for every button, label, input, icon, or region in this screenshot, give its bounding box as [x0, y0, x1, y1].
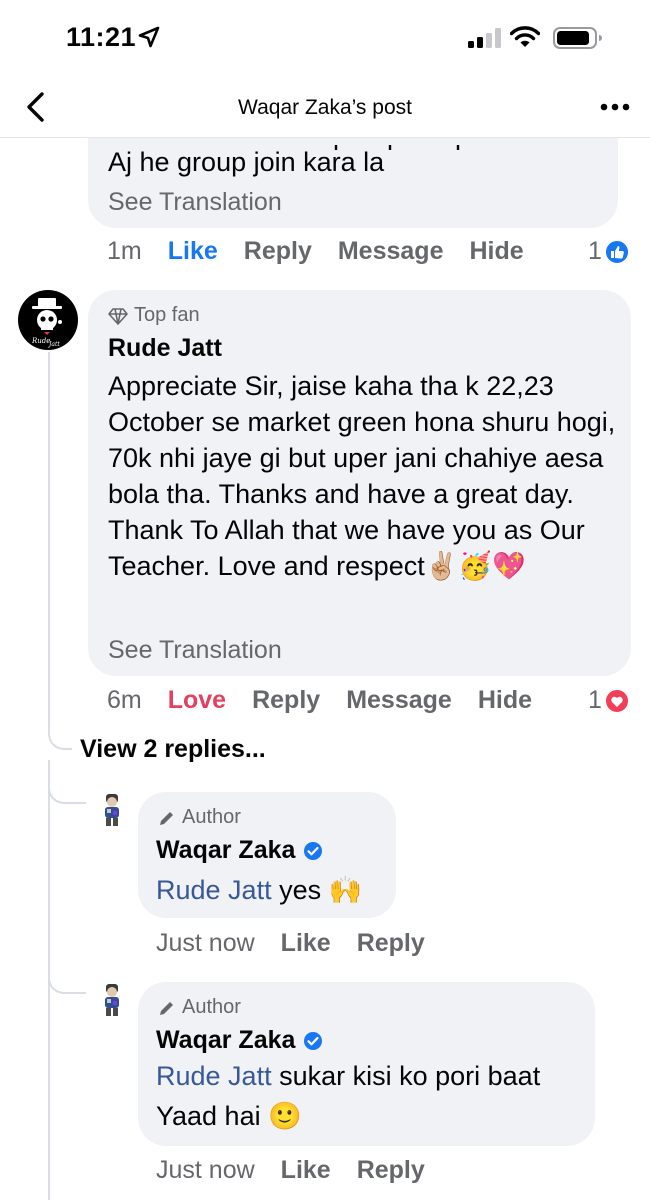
author-name[interactable]: Rude Jatt: [108, 334, 222, 363]
author-badge: Author: [158, 996, 241, 1019]
like-reaction-icon: [603, 238, 630, 265]
mention-link[interactable]: Rude Jatt: [156, 875, 272, 905]
reaction-count: 1: [588, 686, 602, 714]
reply-line-1: Rude Jatt sukar kisi ko pori baat: [156, 1058, 586, 1094]
battery-icon: [553, 27, 602, 49]
svg-text:Rude: Rude: [31, 337, 50, 345]
thread-curve-reply-2: [48, 966, 86, 994]
avatar-rude-jatt[interactable]: Rude Jatt: [18, 290, 78, 350]
cellular-signal-icon: [468, 28, 501, 48]
reply-bubble-2[interactable]: Author Waqar Zaka Rude Jatt sukar kisi k…: [138, 982, 595, 1146]
verified-badge-icon: [304, 1031, 323, 1050]
like-button[interactable]: Like: [281, 1156, 331, 1185]
reply-line-2: Yaad hai 🙂: [156, 1101, 302, 1131]
comment-actions-previous: 1m Like Reply Message Hide: [107, 237, 550, 266]
see-translation-link[interactable]: See Translation: [108, 636, 282, 665]
author-name[interactable]: Waqar Zaka: [156, 836, 295, 865]
thread-curve-reply-1: [48, 776, 86, 804]
thread-line-main: [48, 352, 50, 712]
nav-bar-foreground: Waqar Zaka’s post: [0, 80, 650, 137]
status-bar: 11:21: [0, 0, 650, 80]
status-time: 11:21: [66, 22, 137, 52]
pencil-icon: [160, 811, 173, 825]
avatar-waqar-zaka[interactable]: [95, 793, 129, 827]
message-button[interactable]: Message: [346, 686, 452, 715]
reply-body: yes 🙌: [271, 875, 363, 905]
page-title: Waqar Zaka’s post: [238, 96, 412, 119]
badge-label: Top fan: [134, 304, 200, 326]
badge-label: Author: [182, 806, 241, 828]
comment-text: Appreciate Sir, jaise kaha tha k 22,23 O…: [108, 371, 616, 581]
comment-author[interactable]: Rude Jatt: [108, 334, 222, 363]
reply-time: Just now: [156, 929, 255, 957]
author-badge: Author: [158, 806, 241, 829]
comment-bubble-main[interactable]: Top fan Rude Jatt Appreciate Sir, jaise …: [88, 290, 631, 676]
reply-button[interactable]: Reply: [357, 929, 425, 958]
badge-label: Author: [182, 996, 241, 1018]
location-arrow-icon: [138, 26, 160, 48]
verified-badge-icon: [304, 841, 323, 860]
wifi-icon: [510, 26, 540, 47]
reply-actions-2: Just now Like Reply: [156, 1156, 451, 1185]
nav-bar-divider: [0, 137, 650, 138]
love-button[interactable]: Love: [168, 686, 226, 715]
hide-button[interactable]: Hide: [469, 237, 523, 266]
reply-bubble-1[interactable]: Author Waqar Zaka Rude Jatt yes 🙌: [138, 792, 396, 918]
svg-text:Jatt: Jatt: [47, 341, 60, 348]
comment-time: 1m: [107, 237, 142, 265]
reply-button[interactable]: Reply: [357, 1156, 425, 1185]
top-fan-badge: Top fan: [108, 304, 200, 327]
avatar-skull-logo: Rude Jatt: [31, 298, 62, 348]
see-translation-link[interactable]: See Translation: [108, 188, 282, 217]
author-name[interactable]: Waqar Zaka: [156, 1026, 295, 1055]
avatar-cartoon-figure: [105, 794, 119, 826]
message-button[interactable]: Message: [338, 237, 444, 266]
avatar-cartoon-figure: [105, 984, 119, 1016]
reaction-count-previous[interactable]: 1: [588, 237, 630, 266]
partial-text-ascenders: [330, 138, 470, 150]
reply-body: sukar kisi ko pori baat: [271, 1061, 541, 1091]
reply-button[interactable]: Reply: [252, 686, 320, 715]
more-dots-icon[interactable]: [598, 94, 632, 120]
avatar-waqar-zaka[interactable]: [95, 983, 129, 1017]
pencil-icon: [160, 1001, 173, 1015]
reply-author[interactable]: Waqar Zaka: [156, 1026, 323, 1055]
view-replies-link[interactable]: View 2 replies...: [80, 735, 266, 764]
love-reaction-icon: [603, 687, 630, 714]
like-button[interactable]: Like: [168, 237, 218, 266]
mention-link[interactable]: Rude Jatt: [156, 1061, 272, 1091]
reply-actions-1: Just now Like Reply: [156, 929, 451, 958]
thread-curve-view-replies: [48, 700, 72, 750]
reply-text: Rude Jatt yes 🙌: [156, 872, 362, 908]
reaction-count-main[interactable]: 1: [588, 686, 630, 715]
reply-text: Rude Jatt sukar kisi ko pori baat Yaad h…: [156, 1058, 586, 1134]
diamond-icon: [108, 307, 128, 325]
comment-actions-main: 6m Love Reply Message Hide: [107, 686, 558, 715]
like-button[interactable]: Like: [281, 929, 331, 958]
reply-author[interactable]: Waqar Zaka: [156, 836, 323, 865]
reply-button[interactable]: Reply: [244, 237, 312, 266]
reaction-count: 1: [588, 237, 602, 265]
hide-button[interactable]: Hide: [478, 686, 532, 715]
comment-time: 6m: [107, 686, 142, 714]
reply-time: Just now: [156, 1156, 255, 1184]
